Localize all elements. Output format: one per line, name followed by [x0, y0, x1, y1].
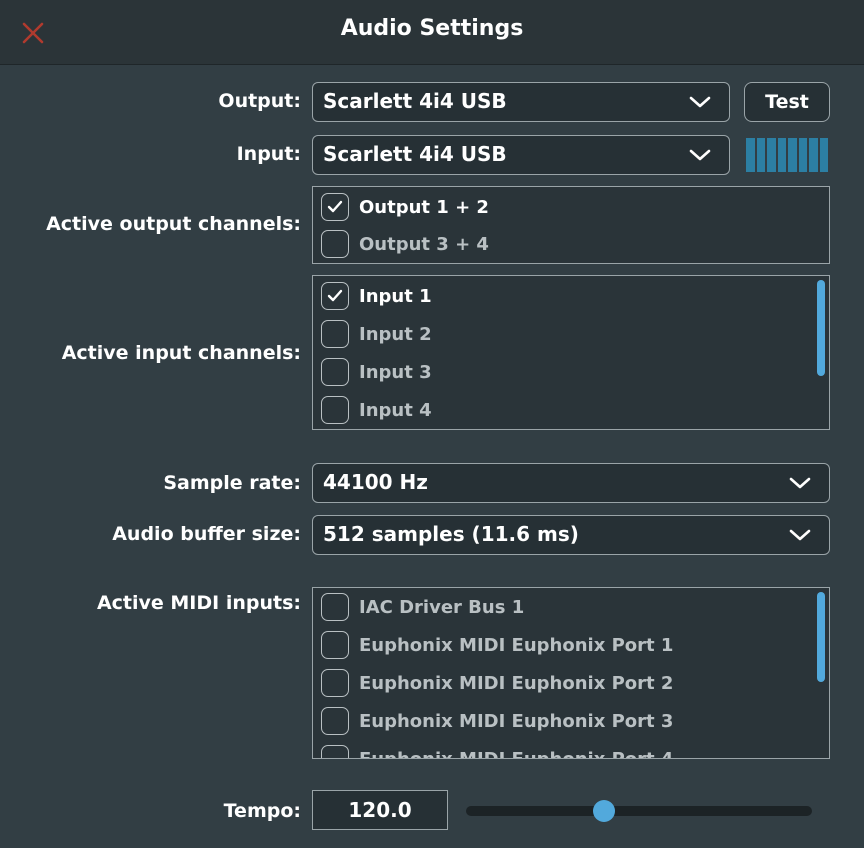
output-channels-label: Active output channels:	[46, 213, 301, 235]
chevron-down-icon	[789, 529, 811, 541]
list-item-label: Euphonix MIDI Euphonix Port 3	[359, 710, 674, 732]
list-item-label: Input 3	[359, 361, 432, 383]
list-item[interactable]: IAC Driver Bus 1	[321, 592, 524, 622]
checkbox[interactable]	[321, 707, 349, 735]
list-item-label: Euphonix MIDI Euphonix Port 1	[359, 634, 674, 656]
checkbox[interactable]	[321, 193, 349, 221]
list-item[interactable]: Euphonix MIDI Euphonix Port 3	[321, 706, 673, 736]
scrollbar[interactable]	[817, 592, 825, 682]
tempo-label: Tempo:	[223, 800, 301, 822]
list-item[interactable]: Euphonix MIDI Euphonix Port 4	[321, 744, 674, 759]
midi-inputs-list: IAC Driver Bus 1 Euphonix MIDI Euphonix P…	[312, 587, 830, 759]
sample-rate-label: Sample rate:	[163, 472, 301, 494]
buffer-size-value: 512 samples (11.6 ms)	[323, 522, 579, 546]
test-button[interactable]: Test	[744, 82, 830, 122]
chevron-down-icon	[689, 96, 711, 108]
list-item-label: Euphonix MIDI Euphonix Port 2	[359, 672, 674, 694]
checkmark-icon	[327, 289, 343, 302]
tempo-slider[interactable]	[466, 800, 812, 822]
checkbox[interactable]	[321, 631, 349, 659]
list-item-label: Input 1	[359, 285, 432, 307]
tempo-field[interactable]: 120.0	[312, 790, 448, 830]
input-label: Input:	[236, 143, 301, 165]
list-item-label: Euphonix MIDI Euphonix Port 4	[359, 748, 674, 759]
list-item[interactable]: Output 1 + 2	[321, 192, 489, 222]
chevron-down-icon	[789, 477, 811, 489]
midi-inputs-label: Active MIDI inputs:	[96, 592, 301, 614]
buffer-size-dropdown[interactable]: 512 samples (11.6 ms)	[312, 515, 830, 555]
title-bar: Audio Settings	[0, 0, 864, 65]
list-item-label: Input 2	[359, 323, 432, 345]
tempo-slider-thumb[interactable]	[593, 800, 616, 822]
list-item-label: Output 3 + 4	[359, 233, 489, 255]
input-channels-label: Active input channels:	[61, 342, 301, 364]
list-item[interactable]: Input 4	[321, 395, 432, 425]
input-dropdown[interactable]: Scarlett 4i4 USB	[312, 135, 730, 175]
checkbox[interactable]	[321, 358, 349, 386]
checkbox[interactable]	[321, 230, 349, 258]
list-item-label: IAC Driver Bus 1	[359, 596, 525, 618]
checkbox[interactable]	[321, 320, 349, 348]
sample-rate-value: 44100 Hz	[323, 470, 428, 494]
scrollbar[interactable]	[817, 280, 825, 376]
output-label: Output:	[218, 90, 301, 112]
list-item[interactable]: Input 3	[321, 357, 432, 387]
checkmark-icon	[327, 200, 343, 213]
sample-rate-dropdown[interactable]: 44100 Hz	[312, 463, 830, 503]
checkbox[interactable]	[321, 593, 349, 621]
checkbox[interactable]	[321, 745, 349, 758]
chevron-down-icon	[689, 149, 711, 161]
list-item[interactable]: Input 2	[321, 319, 432, 349]
input-level-meter	[746, 138, 828, 172]
output-value: Scarlett 4i4 USB	[323, 89, 507, 113]
checkbox[interactable]	[321, 282, 349, 310]
window-title: Audio Settings	[340, 16, 524, 41]
output-channels-list: Output 1 + 2 Output 3 + 4	[312, 186, 830, 264]
list-item[interactable]: Output 3 + 4	[321, 229, 489, 259]
list-item-label: Input 4	[359, 399, 432, 421]
checkbox[interactable]	[321, 396, 349, 424]
list-item-label: Output 1 + 2	[359, 196, 489, 218]
list-item[interactable]: Euphonix MIDI Euphonix Port 2	[321, 668, 673, 698]
checkbox[interactable]	[321, 669, 349, 697]
output-dropdown[interactable]: Scarlett 4i4 USB	[312, 82, 730, 122]
buffer-size-label: Audio buffer size:	[112, 523, 301, 545]
input-value: Scarlett 4i4 USB	[323, 142, 507, 166]
list-item[interactable]: Euphonix MIDI Euphonix Port 1	[321, 630, 673, 660]
input-channels-list: Input 1 Input 2 Input 3 Input 4	[312, 275, 830, 430]
list-item[interactable]: Input 1	[321, 281, 432, 311]
